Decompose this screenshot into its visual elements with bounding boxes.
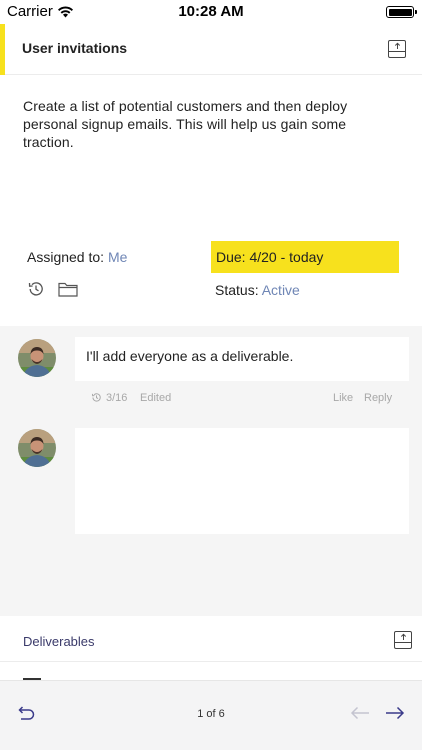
deliverables-label: Deliverables <box>23 634 95 649</box>
due-date-text: Due: 4/20 - today <box>216 249 324 265</box>
avatar[interactable] <box>18 339 56 377</box>
comment-bubble[interactable]: I'll add everyone as a deliverable. <box>75 337 409 381</box>
task-title: User invitations <box>22 40 128 56</box>
comment-date: 3/16 <box>106 392 128 404</box>
comments-section: I'll add everyone as a deliverable. 3/16… <box>0 326 422 616</box>
assigned-label: Assigned to: <box>27 249 105 265</box>
comment-text: I'll add everyone as a deliverable. <box>86 348 294 364</box>
task-header: User invitations <box>0 24 422 75</box>
battery-icon <box>386 6 417 18</box>
tray-upload-icon[interactable] <box>388 40 406 58</box>
task-description[interactable]: Create a list of potential customers and… <box>23 97 393 151</box>
status-label: Status: <box>215 282 259 298</box>
status-link[interactable]: Active <box>262 282 300 298</box>
folder-icon[interactable] <box>58 281 78 302</box>
deliverables-header[interactable]: Deliverables <box>0 616 422 662</box>
history-icon[interactable] <box>27 280 45 303</box>
bottom-toolbar: 1 of 6 <box>0 680 422 750</box>
clock: 10:28 AM <box>178 3 244 20</box>
avatar[interactable] <box>18 429 56 467</box>
like-button[interactable]: Like <box>333 392 353 404</box>
priority-accent-bar <box>0 24 5 75</box>
comment-edited: Edited <box>140 392 172 404</box>
due-date-badge[interactable]: Due: 4/20 - today <box>211 241 399 273</box>
reply-button[interactable]: Reply <box>364 392 392 404</box>
comment-history-icon <box>91 392 102 406</box>
arrow-left-icon[interactable] <box>350 706 370 725</box>
assignee-link[interactable]: Me <box>108 249 127 265</box>
task-status: Status: Active <box>215 282 300 298</box>
arrow-right-icon[interactable] <box>385 706 405 725</box>
comment-input[interactable] <box>75 428 409 534</box>
status-bar: Carrier 10:28 AM <box>0 0 422 24</box>
tray-upload-icon[interactable] <box>394 631 412 649</box>
assigned-to: Assigned to: Me <box>27 249 127 265</box>
